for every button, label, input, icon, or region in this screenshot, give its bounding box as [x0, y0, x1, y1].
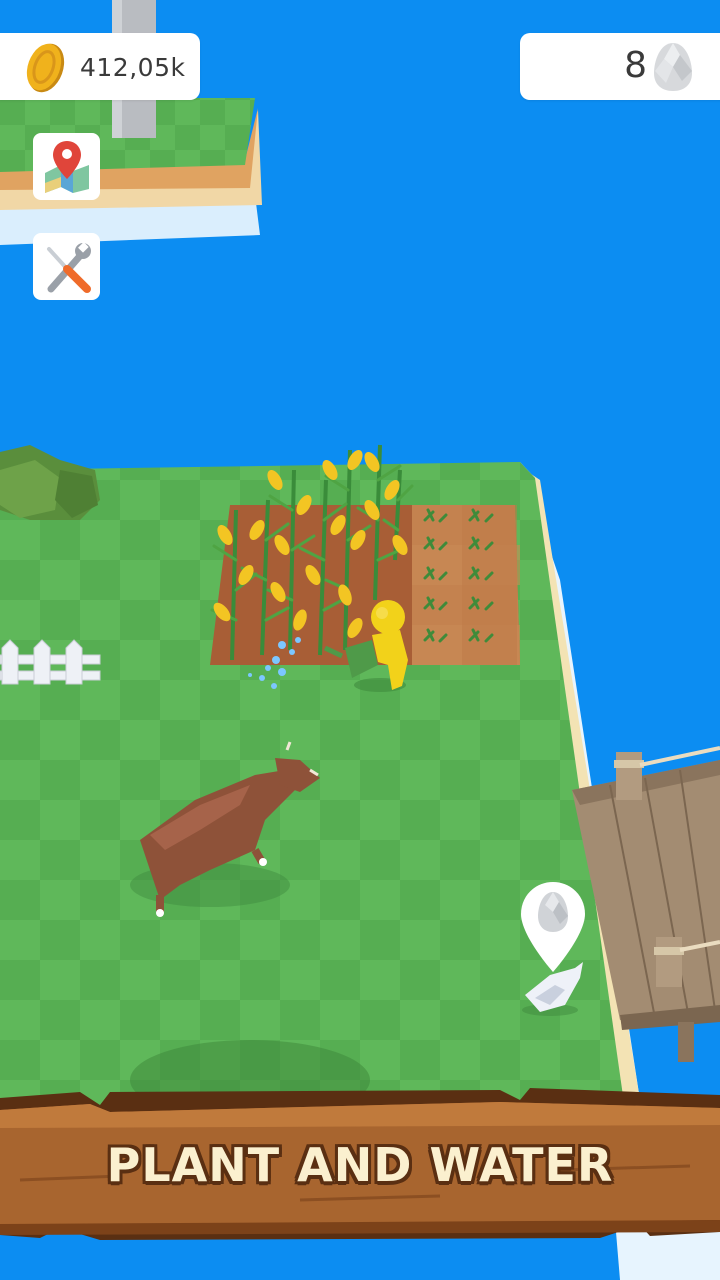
coin-icon: [26, 43, 65, 93]
wrench-screwdriver-icon: [47, 242, 91, 293]
map-button[interactable]: [33, 133, 100, 200]
map-pin-icon: [45, 141, 89, 193]
eggs-value: 8: [624, 45, 647, 86]
eggs-counter: 8: [520, 33, 720, 100]
banner-title: PLANT AND WATER: [106, 1138, 614, 1192]
coins-counter: 412,05k: [0, 33, 200, 100]
coins-value: 412,05k: [80, 53, 186, 82]
egg-icon: [654, 43, 692, 91]
egg-marker[interactable]: [519, 880, 587, 975]
game-scene: [0, 0, 720, 1280]
settings-button[interactable]: [33, 233, 100, 300]
